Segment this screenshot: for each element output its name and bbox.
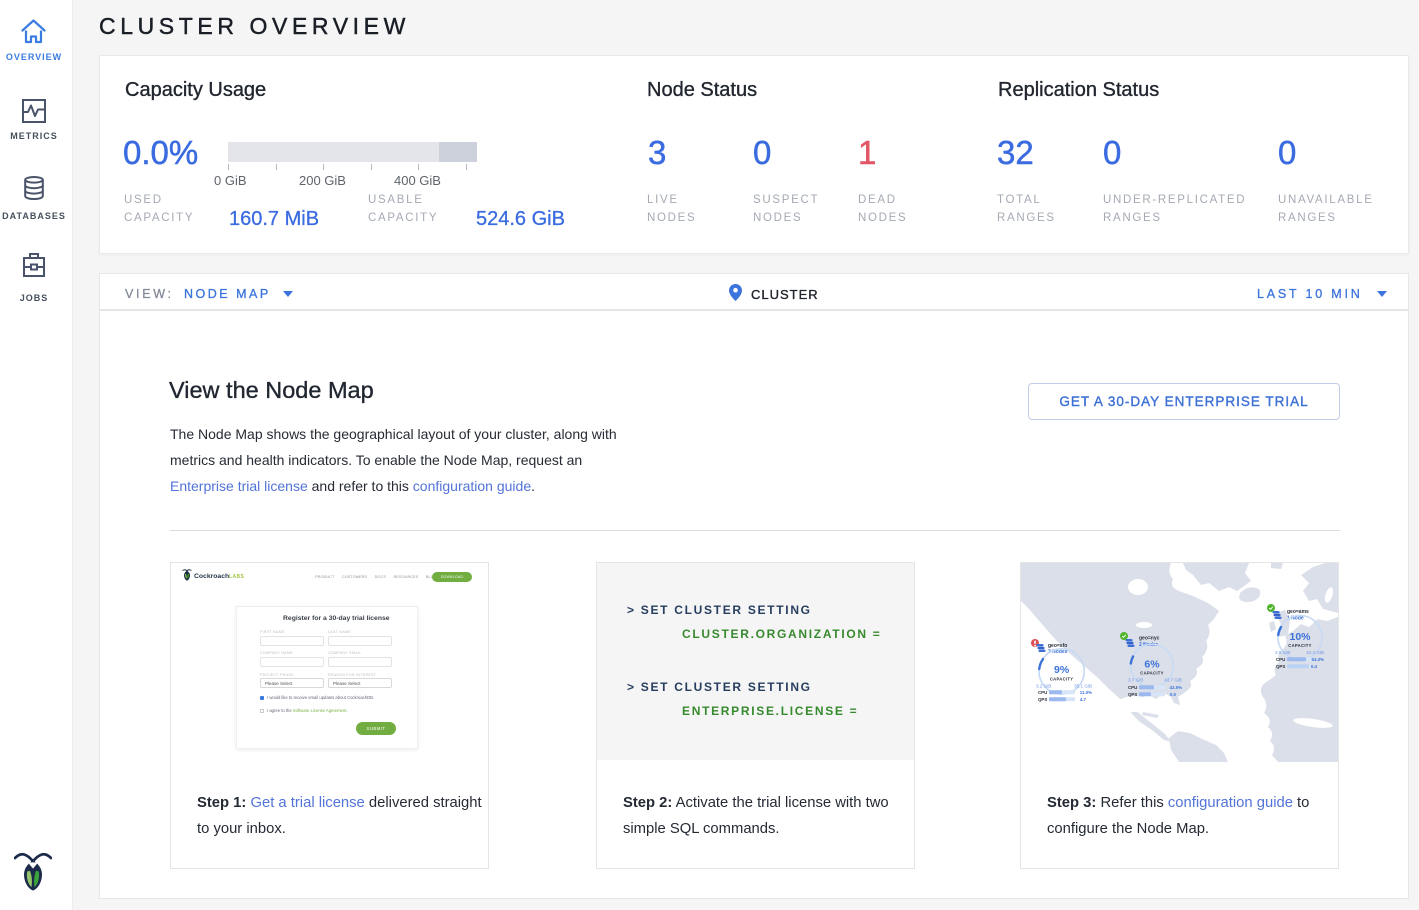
svg-text:QPS: QPS <box>1276 664 1285 669</box>
svg-text:35.1 GiB: 35.1 GiB <box>1074 684 1092 689</box>
svg-text:3.2 GiB: 3.2 GiB <box>1036 684 1051 689</box>
svg-text:9%: 9% <box>1054 664 1070 676</box>
svg-text:geo=ams: geo=ams <box>1287 609 1309 615</box>
svg-text:3.6 GiB: 3.6 GiB <box>1275 650 1290 655</box>
svg-text:34.4 GiB: 34.4 GiB <box>1306 650 1324 655</box>
svg-text:43.7 GiB: 43.7 GiB <box>1164 678 1182 683</box>
svg-text:QPS: QPS <box>1128 692 1137 697</box>
svg-text:CPU: CPU <box>1276 657 1285 662</box>
svg-text:CAPACITY: CAPACITY <box>1050 677 1074 682</box>
svg-text:CPU: CPU <box>1038 690 1047 695</box>
svg-text:CPU: CPU <box>1128 685 1137 690</box>
svg-text:CAPACITY: CAPACITY <box>1140 671 1164 676</box>
svg-text:10%: 10% <box>1289 631 1311 643</box>
svg-text:11.0%: 11.0% <box>1080 690 1092 695</box>
svg-text:geo=nyc: geo=nyc <box>1139 636 1160 642</box>
svg-text:0.4: 0.4 <box>1311 664 1318 669</box>
svg-text:53.3%: 53.3% <box>1312 657 1325 662</box>
svg-text:4.7: 4.7 <box>1080 697 1087 702</box>
svg-text:3.7 GiB: 3.7 GiB <box>1128 678 1143 683</box>
svg-text:QPS: QPS <box>1038 697 1047 702</box>
svg-text:0.0: 0.0 <box>1170 692 1177 697</box>
svg-text:CAPACITY: CAPACITY <box>1288 643 1312 648</box>
svg-text:42.5%: 42.5% <box>1170 685 1183 690</box>
svg-text:6%: 6% <box>1144 659 1160 671</box>
